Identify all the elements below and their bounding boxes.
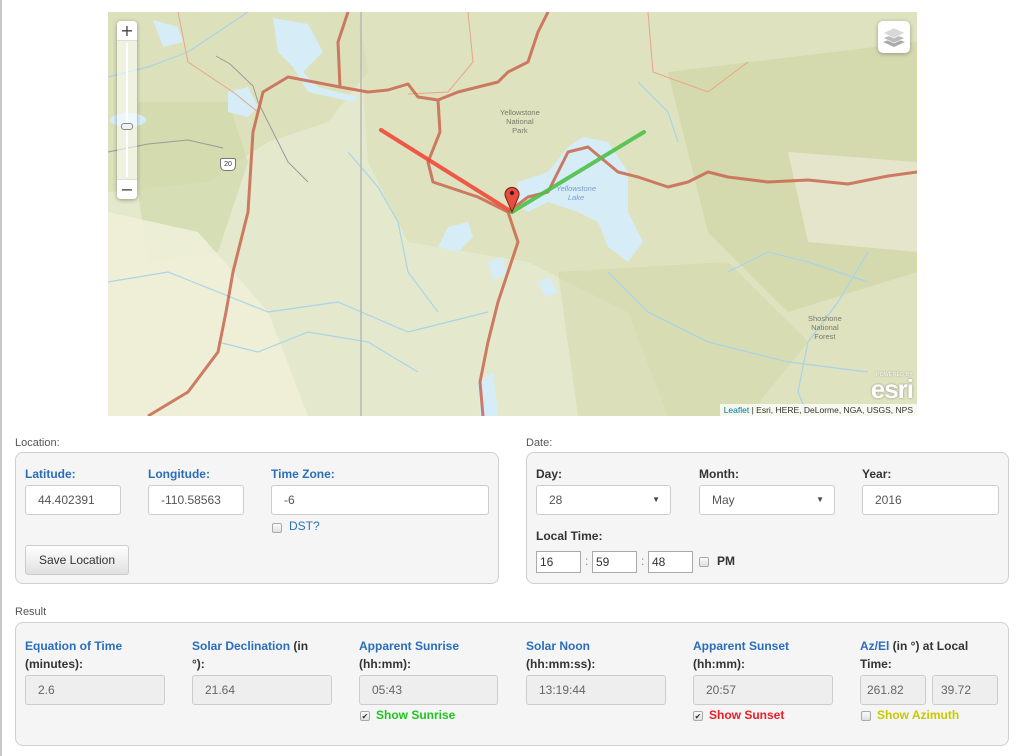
label-shoshone-forest: Shoshone National Forest — [808, 314, 842, 341]
month-select[interactable]: May ▼ — [699, 485, 835, 515]
pm-label[interactable]: PM — [717, 554, 735, 568]
equation-of-time-label: Equation of Time (minutes): — [25, 637, 122, 673]
azimuth-output: 261.82 — [860, 675, 926, 705]
label-unit: °): — [192, 657, 205, 671]
label-line: Lake — [567, 193, 585, 202]
label-unit: (hh:mm:ss): — [526, 657, 596, 671]
zoom-in-button[interactable]: + — [117, 21, 137, 41]
show-azimuth-label[interactable]: Show Azimuth — [877, 708, 959, 722]
local-time-label: Local Time: — [536, 529, 603, 543]
label-line: Park — [512, 126, 528, 135]
result-panel: Equation of Time (minutes): 2.6 Solar De… — [15, 622, 1009, 746]
sunrise-label: Apparent Sunrise (hh:mm): — [359, 637, 459, 673]
location-section-label: Location: — [15, 437, 60, 449]
solar-declination-output: 21.64 — [192, 675, 332, 705]
label-unit: Time: — [860, 657, 892, 671]
zoom-slider-handle[interactable] — [121, 123, 133, 130]
hour-input[interactable]: 16 — [536, 551, 581, 573]
solar-noon-output: 13:19:44 — [526, 675, 666, 705]
month-label: Month: — [699, 467, 739, 481]
attribution-sources: Esri, HERE, DeLorme, NGA, USGS, NPS — [756, 405, 913, 415]
sunset-label: Apparent Sunset (hh:mm): — [693, 637, 789, 673]
zoom-slider-track[interactable] — [126, 43, 128, 177]
label-unit: (in °) at Local — [889, 639, 969, 653]
show-sunset-checkbox[interactable]: ✔ — [693, 711, 703, 721]
month-select-value: May — [712, 493, 735, 507]
latitude-label: Latitude: — [25, 467, 76, 481]
label-main: Solar Declination — [192, 639, 291, 653]
location-panel: Latitude: 44.402391 Longitude: -110.5856… — [15, 452, 499, 584]
solar-declination-label: Solar Declination (in °): — [192, 637, 308, 673]
equation-of-time-output: 2.6 — [25, 675, 165, 705]
time-separator: : — [641, 554, 645, 568]
label-line: Yellowstone — [500, 108, 540, 117]
day-select[interactable]: 28 ▼ — [536, 485, 671, 515]
timezone-input[interactable]: -6 — [271, 485, 489, 515]
show-sunset-label[interactable]: Show Sunset — [709, 708, 784, 722]
dst-label[interactable]: DST? — [289, 519, 320, 533]
label-line: Shoshone — [808, 314, 842, 323]
label-line: Yellowstone — [556, 184, 597, 193]
dst-checkbox[interactable] — [272, 523, 282, 533]
sunset-output: 20:57 — [693, 675, 833, 705]
show-sunrise-checkbox[interactable]: ✔ — [360, 711, 370, 721]
chevron-down-icon: ▼ — [816, 495, 824, 504]
longitude-label: Longitude: — [148, 467, 210, 481]
latitude-input[interactable]: 44.402391 — [25, 485, 121, 515]
day-select-value: 28 — [549, 493, 563, 507]
sunrise-output: 05:43 — [359, 675, 498, 705]
year-label: Year: — [862, 467, 892, 481]
zoom-control: + − — [117, 21, 137, 199]
map-view[interactable]: Yellowstone National Park Yellowstone La… — [108, 12, 917, 416]
label-line: National — [811, 323, 839, 332]
day-label: Day: — [536, 467, 563, 481]
date-section-label: Date: — [526, 437, 553, 449]
map-attribution: Leaflet | Esri, HERE, DeLorme, NGA, USGS… — [719, 404, 917, 416]
label-main: Equation of Time — [25, 639, 123, 653]
show-azimuth-checkbox[interactable] — [861, 711, 871, 721]
year-input[interactable]: 2016 — [862, 485, 999, 515]
layers-icon — [882, 27, 906, 47]
map-basemap — [108, 12, 917, 416]
leaflet-link[interactable]: Leaflet — [724, 405, 750, 415]
second-input[interactable]: 48 — [648, 551, 693, 573]
label-unit: (minutes): — [25, 657, 83, 671]
label-line: Forest — [814, 332, 836, 341]
map-marker-icon[interactable] — [504, 185, 520, 213]
layers-button[interactable] — [878, 21, 910, 53]
page-left-border — [0, 0, 2, 756]
label-unit: (in — [290, 639, 309, 653]
label-main: Az/El — [860, 639, 890, 653]
esri-logo: POWERED BY esri — [870, 372, 914, 404]
timezone-label: Time Zone: — [271, 467, 335, 481]
label-main: Solar Noon — [526, 639, 591, 653]
time-separator: : — [585, 554, 589, 568]
esri-wordmark: esri — [870, 374, 914, 404]
save-location-button[interactable]: Save Location — [25, 545, 129, 575]
longitude-input[interactable]: -110.58563 — [148, 485, 244, 515]
date-panel: Day: 28 ▼ Month: May ▼ Year: 2016 Local … — [526, 452, 1009, 584]
label-unit: (hh:mm): — [359, 657, 411, 671]
result-section-label: Result — [15, 606, 47, 618]
zoom-out-button[interactable]: − — [117, 179, 137, 199]
chevron-down-icon: ▼ — [652, 495, 660, 504]
label-yellowstone-park: Yellowstone National Park — [500, 108, 540, 135]
route-shield-us20: 20 — [220, 158, 236, 171]
az-el-label: Az/El (in °) at Local Time: — [860, 637, 968, 673]
solar-noon-label: Solar Noon (hh:mm:ss): — [526, 637, 595, 673]
label-yellowstone-lake: Yellowstone Lake — [556, 184, 596, 202]
elevation-output: 39.72 — [932, 675, 998, 705]
label-main: Apparent Sunrise — [359, 639, 460, 653]
label-line: National — [506, 117, 534, 126]
show-sunrise-label[interactable]: Show Sunrise — [376, 708, 455, 722]
minute-input[interactable]: 59 — [592, 551, 637, 573]
label-unit: (hh:mm): — [693, 657, 745, 671]
label-main: Apparent Sunset — [693, 639, 790, 653]
pm-checkbox[interactable] — [699, 557, 709, 567]
